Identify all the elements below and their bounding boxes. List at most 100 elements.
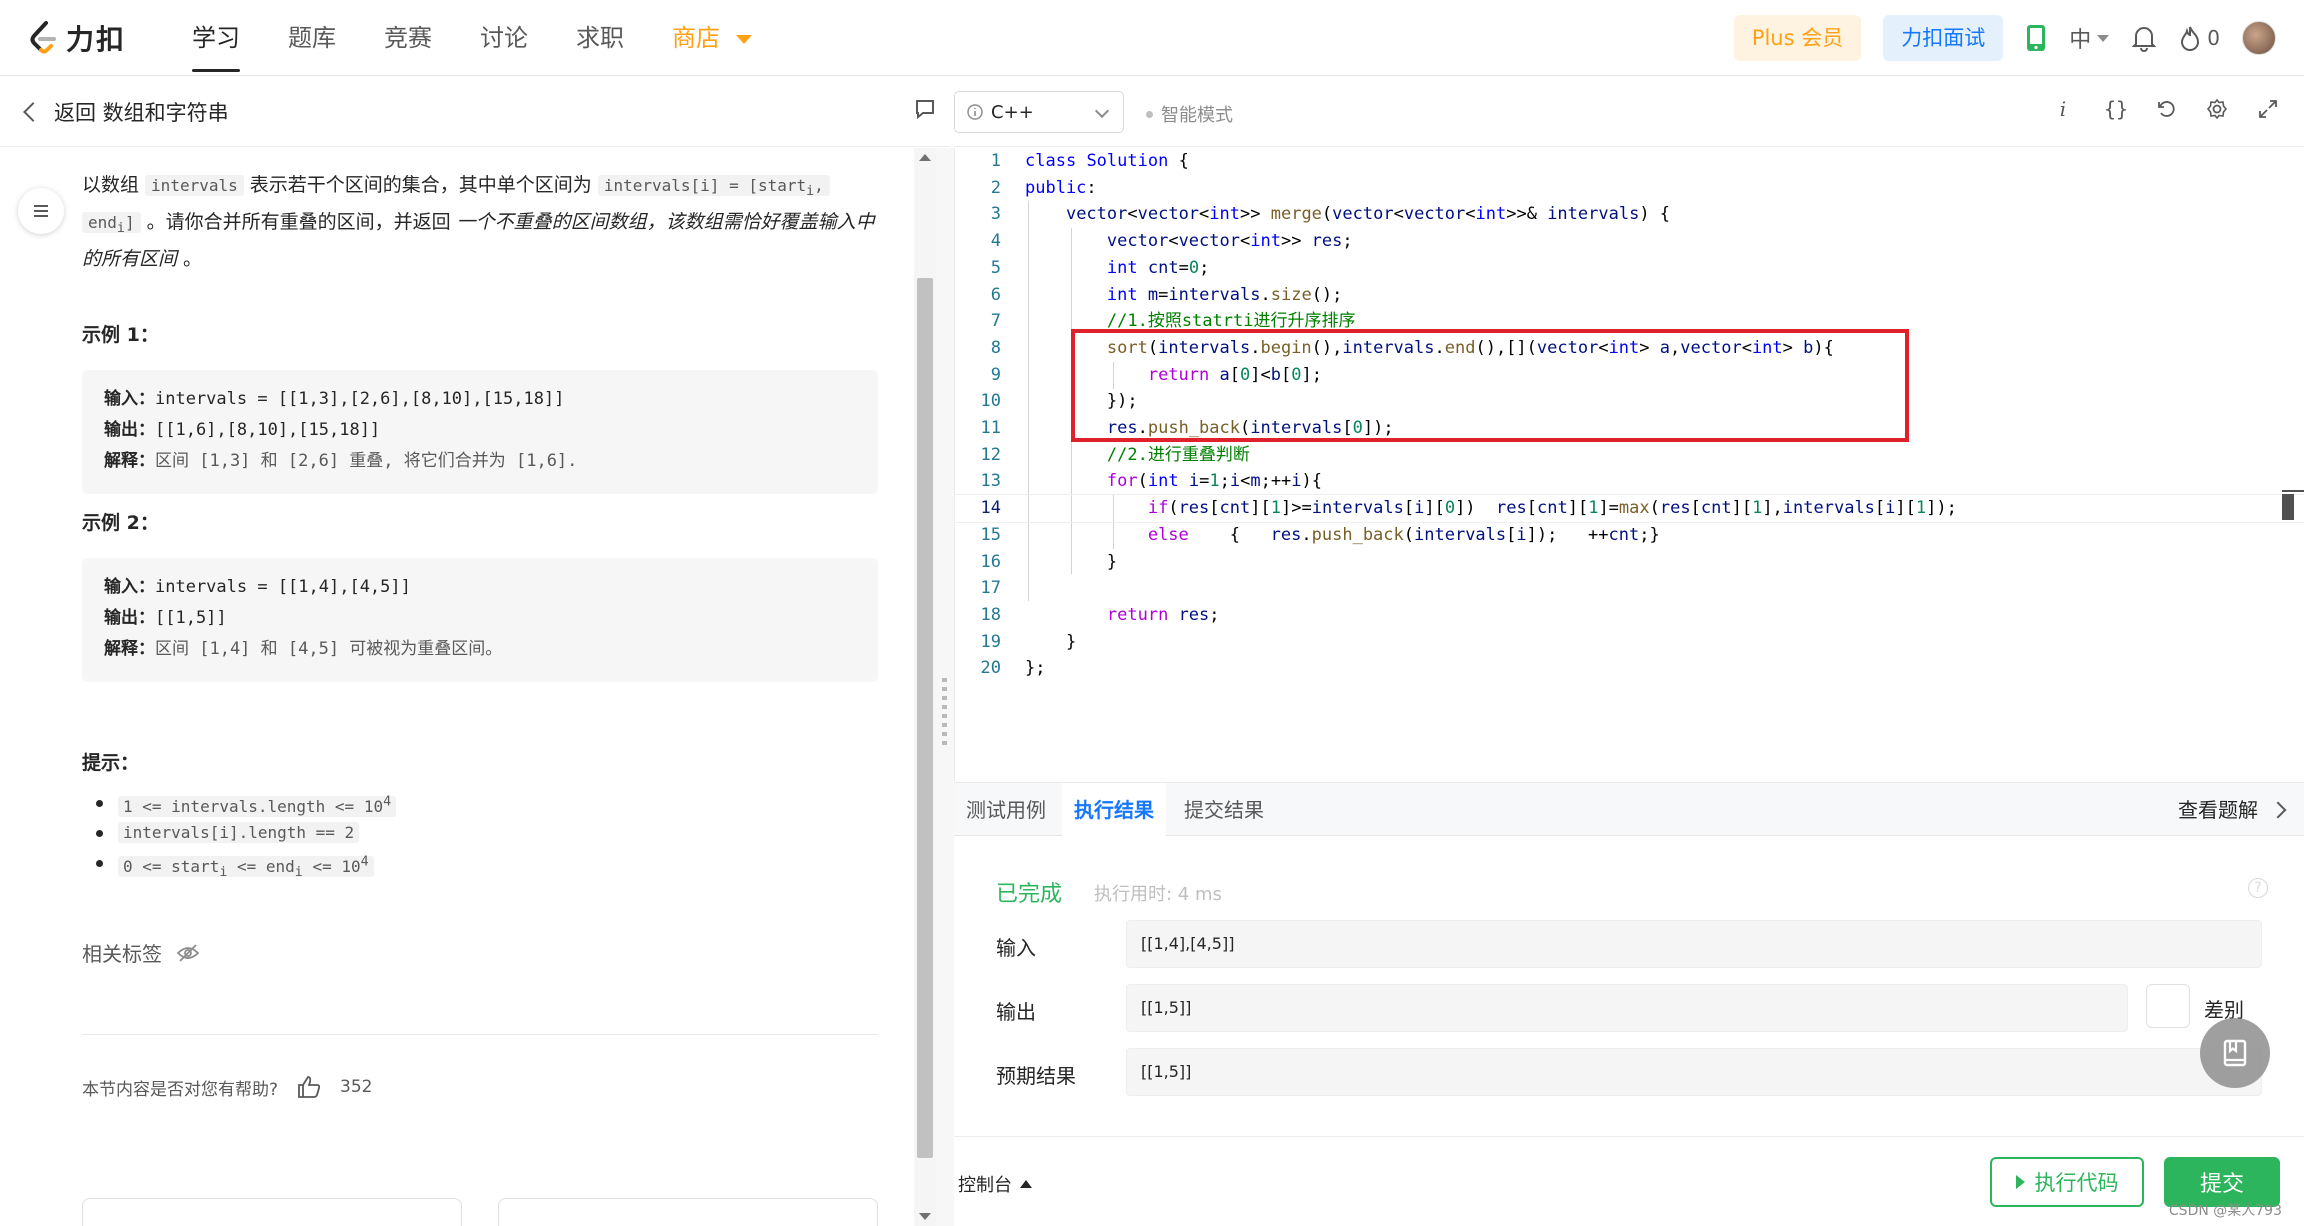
caret-up-icon [1020,1180,1032,1188]
language-select[interactable]: C++ [954,91,1124,133]
example-value: intervals = [[1,3],[2,6],[8,10],[15,18]] [155,389,565,409]
example-key: 输出： [104,608,155,628]
thumbs-up-icon[interactable] [296,1074,322,1100]
code-line: 19 } [955,629,2304,656]
expected-value-field[interactable]: [[1,5]] [1126,1048,2262,1096]
play-icon [2015,1175,2025,1189]
code-line: 15 else { res.push_back(intervals[i]); +… [955,522,2304,549]
scrollbar-thumb[interactable] [917,278,933,1158]
fullscreen-icon[interactable] [2258,99,2278,119]
reset-icon[interactable] [2156,99,2176,119]
line-number: 4 [990,231,1001,252]
help-icon[interactable]: ? [2248,878,2268,898]
note-icon[interactable] [914,98,936,124]
left-panel-scrollbar[interactable] [914,148,936,1226]
example-value: [[1,5]] [155,608,227,628]
main-nav: 学习 题库 竞赛 讨论 求职 商店 [168,0,776,76]
code-line: 1 class Solution { [955,148,2304,175]
nav-item-store[interactable]: 商店 [648,0,776,76]
toc-button[interactable] [18,188,64,234]
drag-handle-icon[interactable] [942,678,947,748]
input-label: 输入 [996,936,1036,960]
info-icon [967,104,983,120]
list-item: intervals[i].length == 2 [95,818,396,848]
run-code-button[interactable]: 执行代码 [1990,1157,2144,1207]
tab-submit-result[interactable]: 提交结果 [1172,783,1276,837]
console-toggle[interactable]: 控制台 [958,1171,1032,1197]
constraints-title: 提示： [82,752,140,774]
code-line-current: 14 if(res[cnt][1]>=intervals[i][0]) res[… [954,494,2304,523]
chevron-left-icon [23,102,43,122]
nav-item-discuss[interactable]: 讨论 [456,0,552,76]
code-line: 4 vector<vector<int>> res; [955,228,2304,255]
code-line: 17 [955,575,2304,602]
desc-text: 。请你合并所有重叠的区间，并返回 [140,211,457,234]
code-text: if(res[cnt][1]>=intervals[i][0]) res[cnt… [1147,498,1957,519]
inline-code-sub: i [806,184,815,200]
nav-item-contest[interactable]: 竞赛 [360,0,456,76]
info-italic-icon[interactable]: i [2052,97,2074,121]
nav-item-learn[interactable]: 学习 [168,0,264,76]
mobile-app-icon[interactable] [2025,24,2047,52]
expected-label: 预期结果 [996,1064,1076,1088]
panel-splitter[interactable] [936,148,954,1226]
braces-icon[interactable]: {} [2104,97,2128,121]
nav-right: Plus 会员 力扣面试 中 0 [1733,14,2276,62]
list-item: 0 <= starti <= endi <= 104 [95,848,396,881]
line-number: 7 [990,311,1001,332]
tab-run-result[interactable]: 执行结果 [1062,783,1166,837]
bell-icon[interactable] [2131,24,2157,52]
console-tabs: 测试用例 执行结果 提交结果 查看题解 [954,782,2304,837]
line-number: 3 [990,204,1001,225]
console-toggle-label: 控制台 [958,1175,1012,1196]
related-tags[interactable]: 相关标签 [82,938,200,967]
plus-member-button[interactable]: Plus 会员 [1733,15,1862,61]
back-link[interactable]: 返回 数组和字符串 [23,97,229,127]
floating-notebook-button[interactable] [2200,1018,2270,1088]
avatar[interactable] [2242,21,2276,55]
highlight-annotation-box [1071,329,1909,442]
run-code-label: 执行代码 [2034,1171,2119,1195]
tab-testcase[interactable]: 测试用例 [954,783,1058,837]
input-value-field[interactable]: [[1,4],[4,5]] [1126,920,2262,968]
editor-toolbar: C++ 智能模式 i {} [954,77,2304,147]
nav-item-store-label: 商店 [672,24,720,52]
language-switch-label: 中 [2069,28,2092,53]
line-number: 19 [980,631,1001,652]
view-solutions-link[interactable]: 查看题解 [2178,783,2287,837]
diff-checkbox[interactable] [2146,984,2190,1028]
code-line: 20}; [955,655,2304,682]
prev-page-card[interactable] [82,1198,462,1226]
line-number: 2 [990,177,1001,198]
constraint-text: intervals[i].length == 2 [118,822,360,843]
line-number: 13 [980,471,1001,492]
next-page-card[interactable] [498,1198,878,1226]
scroll-down-arrow-icon[interactable] [919,1213,931,1220]
editor-actions: i {} [2052,97,2278,121]
code-text: }; [1025,658,1046,679]
brand-name: 力扣 [66,23,127,56]
line-number: 11 [980,418,1001,438]
bottom-action-bar: 控制台 执行代码 提交 CSDN @某人793 [954,1136,2304,1226]
example-key: 解释： [104,639,155,659]
editor-scrollbar-thumb[interactable] [2282,494,2294,520]
example-key: 解释： [104,451,155,471]
line-number: 8 [990,337,1001,358]
scroll-up-arrow-icon[interactable] [919,154,931,161]
output-value-field[interactable]: [[1,5]] [1126,984,2128,1032]
line-number: 17 [980,578,1001,599]
code-text: vector<vector<int>> merge(vector<vector<… [1065,204,1671,225]
nav-item-problems[interactable]: 题库 [264,0,360,76]
settings-icon[interactable] [2206,98,2228,120]
smart-mode-toggle[interactable]: 智能模式 [1146,101,1233,127]
chevron-down-icon [2097,34,2110,42]
nav-item-jobs[interactable]: 求职 [552,0,648,76]
leetcode-logo[interactable]: 力扣 [28,18,126,58]
leetcode-interview-button[interactable]: 力扣面试 [1883,15,2004,61]
language-switch[interactable]: 中 [2069,22,2110,54]
code-text: return res; [1106,604,1220,625]
streak-count: 0 [2207,26,2220,50]
code-editor[interactable]: 1 class Solution { 2 public: 3 vector<vect… [954,148,2304,782]
streak-counter[interactable]: 0 [2179,25,2220,51]
